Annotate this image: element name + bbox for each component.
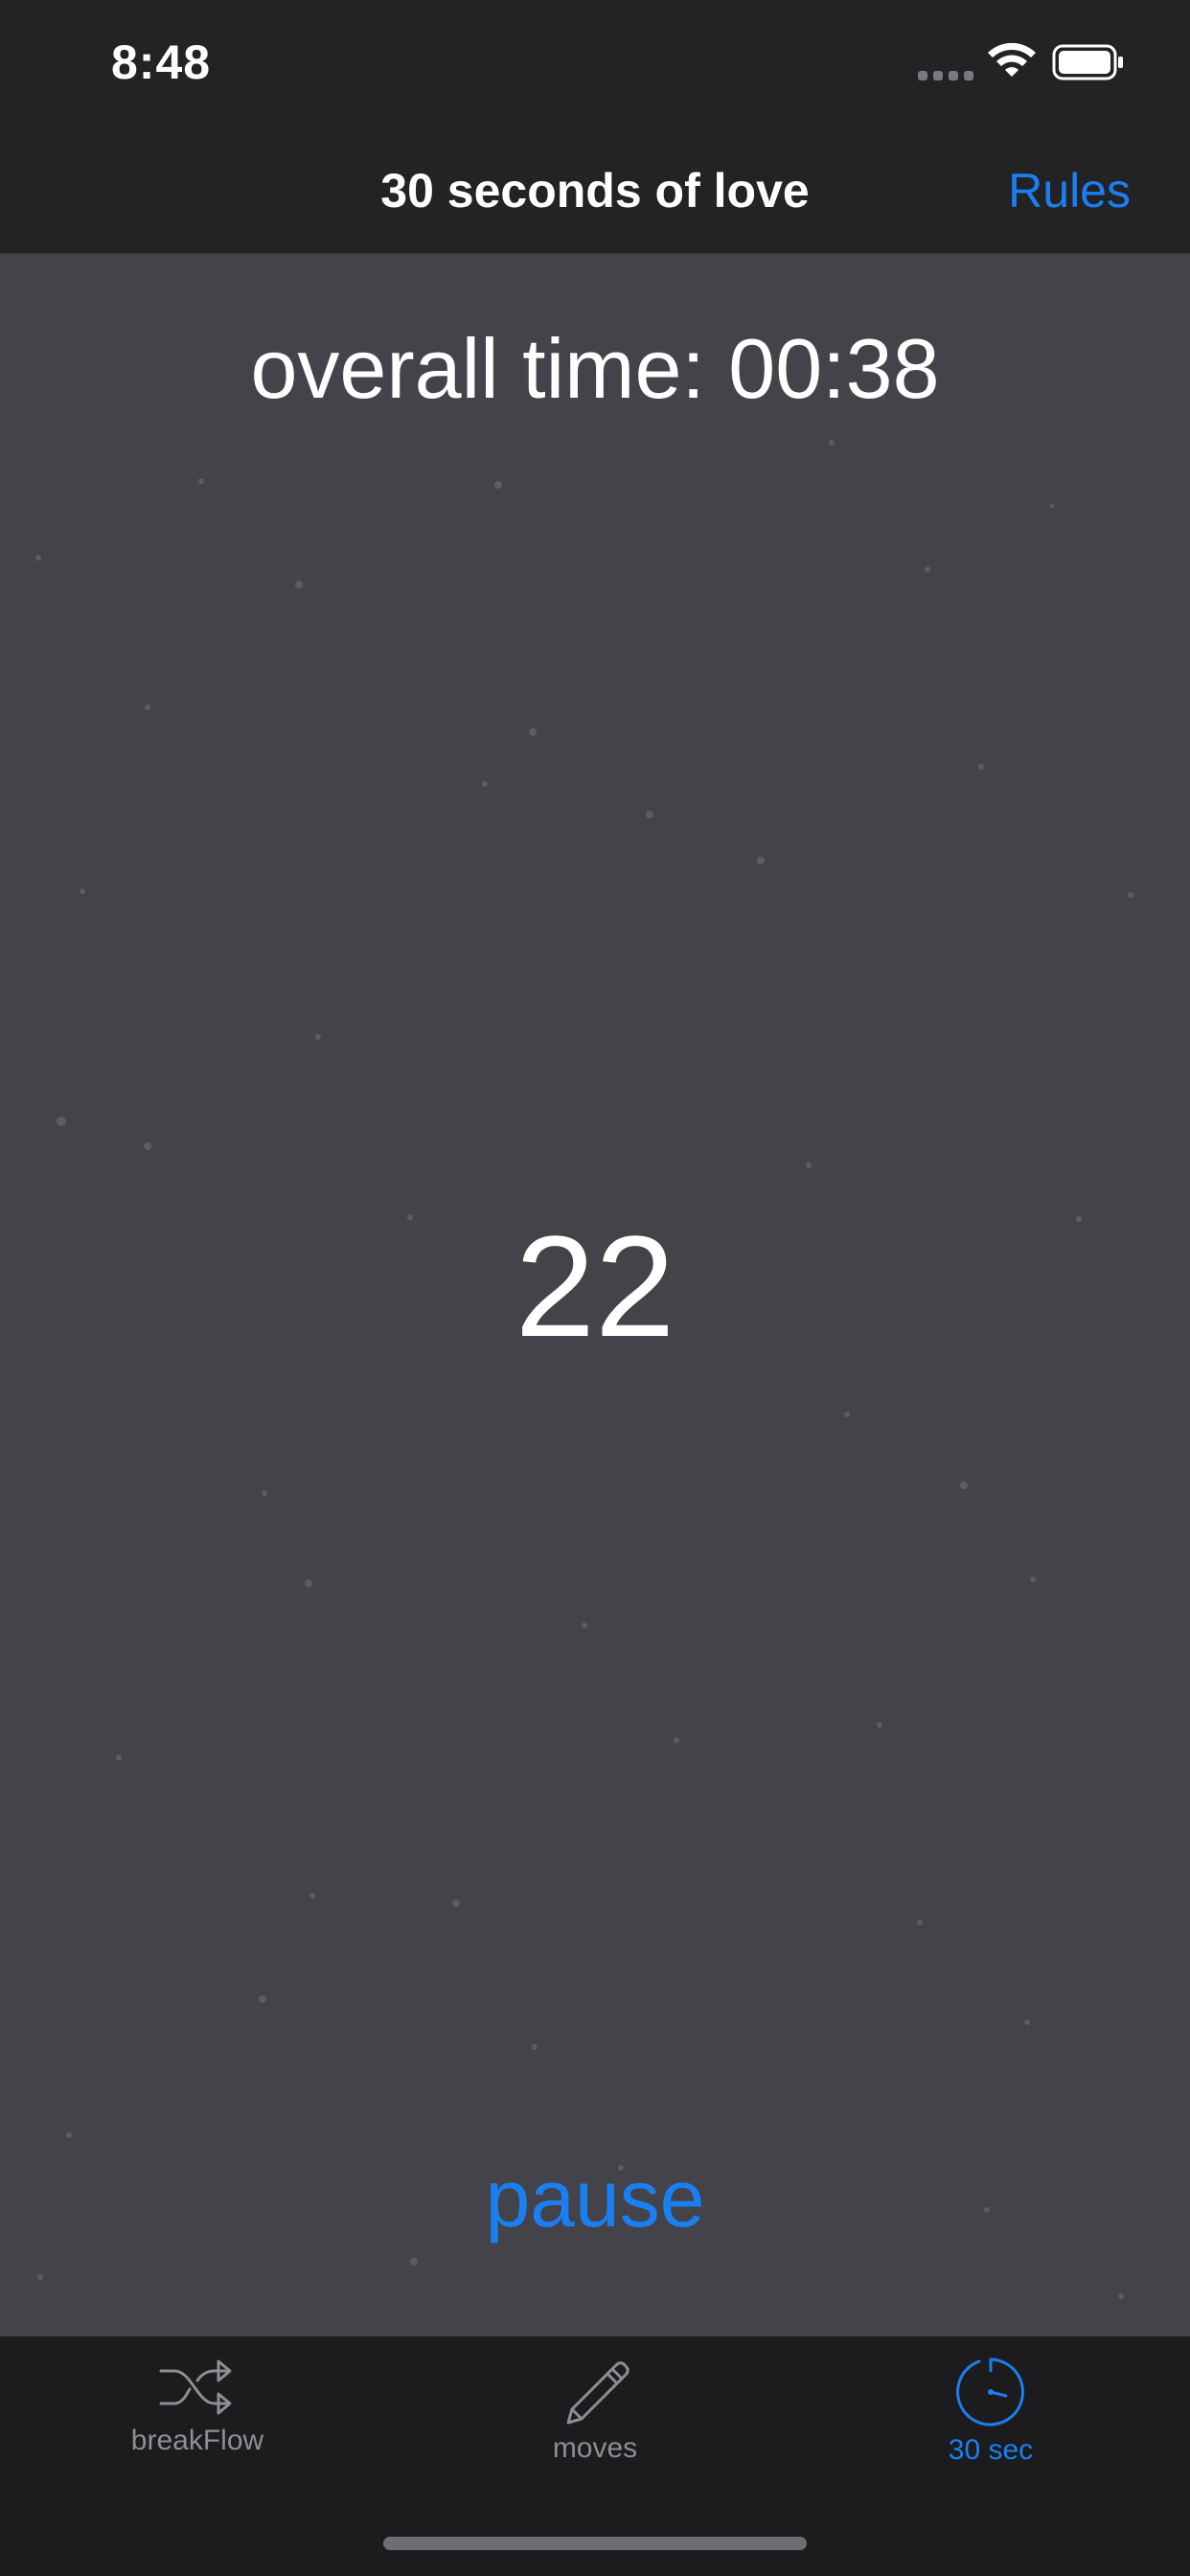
tab-moves[interactable]: moves — [451, 2356, 739, 2509]
countdown-value: 22 — [515, 1206, 675, 1367]
wifi-icon — [988, 42, 1036, 77]
status-bar: 8:48 — [0, 0, 1190, 134]
tab-label: moves — [552, 2432, 638, 2464]
timer-icon — [956, 2358, 1024, 2426]
tab-30-sec[interactable]: 30 sec — [847, 2356, 1134, 2509]
signal-icon — [918, 71, 973, 80]
battery-icon — [1052, 44, 1123, 80]
tab-breakflow[interactable]: breakFlow — [54, 2356, 341, 2509]
timer-screen: overall time: 00:38 22 pause — [0, 255, 1190, 2336]
tab-label: 30 sec — [948, 2434, 1034, 2466]
overall-time-label: overall time: 00:38 — [250, 321, 940, 416]
navigation-bar: 30 seconds of love Rules — [0, 134, 1190, 255]
rules-button[interactable]: Rules — [1008, 163, 1131, 218]
shuffle-icon — [159, 2359, 232, 2415]
pause-button[interactable]: pause — [0, 2152, 1190, 2245]
status-time: 8:48 — [111, 35, 212, 89]
tab-bar: breakFlow moves 30 sec — [0, 2336, 1190, 2576]
home-indicator[interactable] — [383, 2537, 807, 2550]
pencil-icon — [566, 2361, 629, 2425]
tab-label: breakFlow — [130, 2425, 264, 2456]
